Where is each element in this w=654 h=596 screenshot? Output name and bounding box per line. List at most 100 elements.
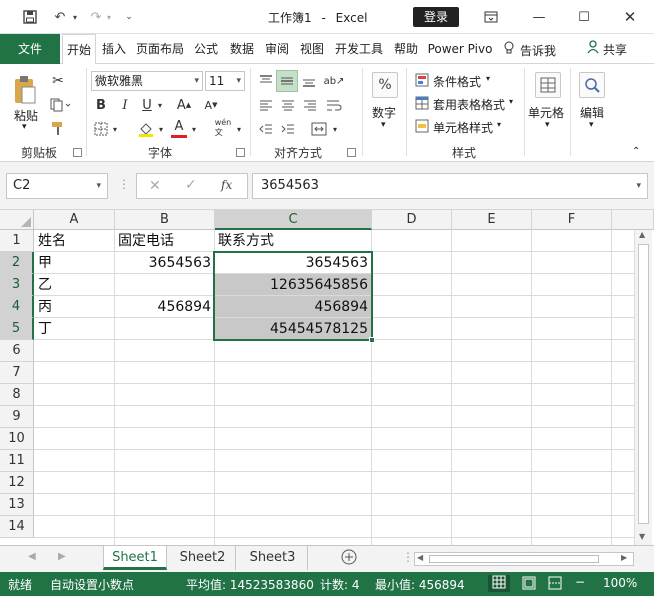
row-header[interactable]: 5	[0, 318, 34, 340]
cell-styles-icon[interactable]	[414, 118, 430, 134]
borders-icon[interactable]	[93, 120, 109, 138]
italic-icon[interactable]: I	[117, 96, 133, 114]
format-as-table-dropdown-icon[interactable]: ▾	[509, 97, 513, 106]
number-button[interactable]: 数字	[372, 104, 396, 121]
save-icon[interactable]	[20, 8, 40, 26]
vertical-scroll-thumb[interactable]	[638, 244, 649, 524]
redo-icon[interactable]: ↷	[86, 8, 106, 26]
sheet-tab-3[interactable]: Sheet3	[238, 546, 308, 570]
bold-icon[interactable]: B	[93, 96, 109, 114]
font-size-box[interactable]: 11 ▾	[205, 71, 245, 91]
merge-dropdown-icon[interactable]: ▾	[330, 120, 340, 138]
number-dropdown-icon[interactable]: ▾	[381, 120, 386, 130]
font-name-dropdown-icon[interactable]: ▾	[194, 72, 199, 90]
fill-color-icon[interactable]	[137, 120, 155, 138]
scroll-left-icon[interactable]: ◀	[417, 553, 423, 562]
page-layout-view-icon[interactable]	[522, 576, 536, 593]
share-icon[interactable]	[587, 40, 599, 58]
column-header-a[interactable]: A	[34, 210, 115, 230]
decrease-indent-icon[interactable]	[256, 120, 276, 138]
row-header[interactable]: 6	[0, 340, 34, 362]
increase-indent-icon[interactable]	[278, 120, 298, 138]
align-middle-icon[interactable]	[276, 70, 298, 92]
row-header[interactable]: 10	[0, 428, 34, 450]
row-header[interactable]: 2	[0, 252, 34, 274]
worksheet-grid[interactable]: A B C D E F 1 2 3 4 5 6 7 8 9 10 11 12 1…	[0, 210, 654, 545]
undo-dropdown-icon[interactable]: ▾	[70, 8, 80, 26]
align-left-icon[interactable]	[256, 96, 276, 114]
row-header[interactable]: 1	[0, 230, 34, 252]
format-painter-icon[interactable]	[48, 120, 68, 138]
file-tab[interactable]: 文件	[0, 34, 60, 64]
column-header-b[interactable]: B	[115, 210, 215, 230]
column-header-e[interactable]: E	[452, 210, 532, 230]
cancel-icon[interactable]: ✕	[149, 178, 161, 194]
borders-dropdown-icon[interactable]: ▾	[110, 120, 120, 138]
cell-c1[interactable]: 联系方式	[215, 230, 371, 252]
fill-handle[interactable]	[369, 337, 375, 343]
row-header[interactable]: 8	[0, 384, 34, 406]
cell-a5[interactable]: 丁	[35, 318, 114, 340]
page-break-view-icon[interactable]	[548, 576, 562, 593]
font-color-icon[interactable]: A	[171, 118, 187, 138]
prev-sheet-icon[interactable]: ◀	[28, 551, 36, 562]
tab-split-handle[interactable]: ⋮	[402, 550, 414, 564]
alignment-launcher-icon[interactable]	[347, 148, 356, 157]
phonetic-icon[interactable]: wén 文	[213, 118, 233, 138]
font-size-dropdown-icon[interactable]: ▾	[236, 72, 241, 90]
tell-me-box[interactable]: 告诉我	[520, 42, 556, 59]
column-header-f[interactable]: F	[532, 210, 612, 230]
next-sheet-icon[interactable]: ▶	[58, 551, 66, 562]
close-icon[interactable]: ✕	[619, 6, 641, 28]
zoom-out-icon[interactable]: −	[575, 575, 585, 589]
underline-icon[interactable]: U	[139, 96, 155, 114]
tab-insert[interactable]: 插入	[98, 34, 130, 64]
search-icon[interactable]	[579, 72, 605, 98]
cells-button[interactable]: 单元格	[528, 104, 564, 121]
row-header[interactable]: 14	[0, 516, 34, 538]
align-bottom-icon[interactable]	[299, 70, 319, 92]
paste-icon[interactable]	[12, 74, 38, 106]
column-header-d[interactable]: D	[372, 210, 452, 230]
cell-a1[interactable]: 姓名	[35, 230, 114, 252]
row-header[interactable]: 13	[0, 494, 34, 516]
cut-icon[interactable]: ✂	[48, 72, 68, 90]
vertical-scrollbar[interactable]: ▲ ▼	[634, 230, 652, 545]
align-top-icon[interactable]	[256, 70, 276, 92]
copy-icon[interactable]	[48, 96, 74, 114]
add-sheet-icon[interactable]	[341, 549, 357, 568]
normal-view-icon[interactable]	[488, 575, 510, 592]
number-format-icon[interactable]: %	[372, 72, 398, 98]
tab-developer[interactable]: 开发工具	[331, 34, 387, 64]
font-color-dropdown-icon[interactable]: ▾	[189, 120, 199, 138]
merge-center-icon[interactable]	[308, 120, 330, 138]
font-name-box[interactable]: 微软雅黑 ▾	[91, 71, 203, 91]
align-right-icon[interactable]	[300, 96, 320, 114]
redo-dropdown-icon[interactable]: ▾	[104, 8, 114, 26]
ribbon-display-icon[interactable]	[480, 6, 502, 28]
name-box[interactable]: C2 ▾	[6, 173, 108, 199]
tab-power-pivot[interactable]: Power Pivo	[425, 34, 495, 64]
tab-home[interactable]: 开始	[62, 34, 96, 65]
cell-b2[interactable]: 3654563	[115, 252, 214, 274]
cell-a4[interactable]: 丙	[35, 296, 114, 318]
decrease-font-icon[interactable]: A ▼	[203, 96, 219, 114]
row-header[interactable]: 3	[0, 274, 34, 296]
expand-formula-icon[interactable]: ▾	[636, 174, 641, 198]
conditional-format-dropdown-icon[interactable]: ▾	[486, 74, 490, 83]
row-header[interactable]: 9	[0, 406, 34, 428]
cells-dropdown-icon[interactable]: ▾	[545, 120, 550, 130]
formula-input[interactable]: 3654563 ▾	[252, 173, 648, 199]
underline-dropdown-icon[interactable]: ▾	[155, 96, 165, 114]
scroll-right-icon[interactable]: ▶	[621, 553, 627, 562]
insert-function-icon[interactable]: fx	[221, 178, 232, 192]
orientation-icon[interactable]: ab↗	[324, 70, 345, 92]
cells-icon[interactable]	[535, 72, 561, 98]
enter-icon[interactable]: ✓	[185, 177, 197, 193]
sheet-tab-1[interactable]: Sheet1	[103, 546, 167, 570]
horizontal-scrollbar[interactable]: ◀ ▶	[414, 552, 634, 566]
tab-review[interactable]: 审阅	[261, 34, 293, 64]
row-header[interactable]: 11	[0, 450, 34, 472]
undo-icon[interactable]: ↶	[50, 8, 70, 26]
row-header[interactable]: 7	[0, 362, 34, 384]
